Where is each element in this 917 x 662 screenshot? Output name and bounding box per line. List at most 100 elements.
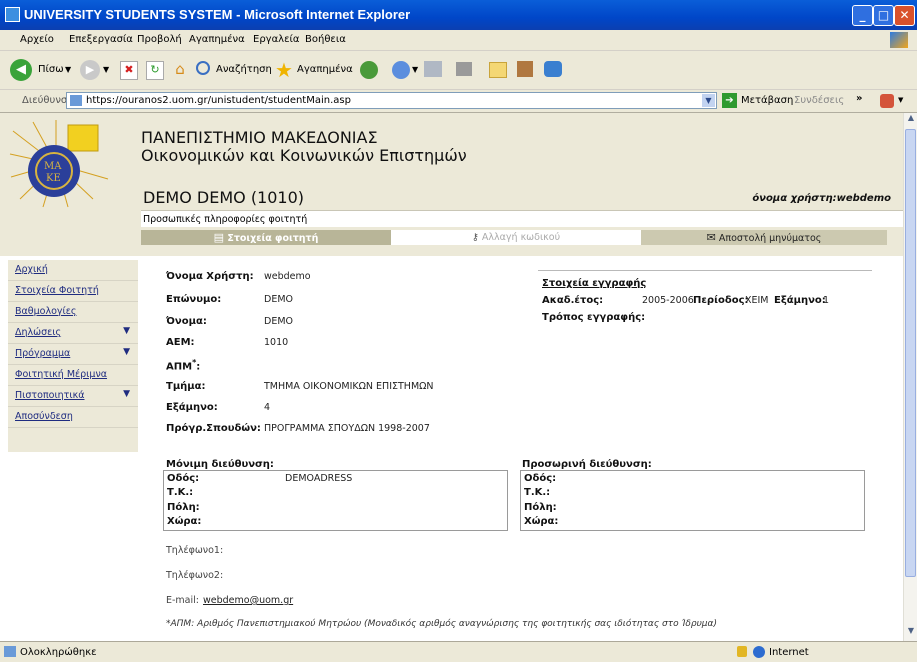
semester-label: Εξάμηνο:	[166, 402, 218, 413]
status-bar: Ολοκληρώθηκε Internet	[0, 641, 917, 662]
menu-tools[interactable]: Εργαλεία	[253, 34, 299, 45]
phone1-label: Τηλέφωνο1:	[166, 545, 224, 556]
tab-send-message-label: Αποστολή μηνύματος	[718, 233, 822, 244]
addon-dropdown-icon[interactable]: ▼	[898, 96, 903, 104]
sidebar-item-label: Αρχική	[15, 264, 48, 275]
sidebar-item-schedule[interactable]: Πρόγραμμα ▼	[8, 344, 138, 365]
links-label[interactable]: Συνδέσεις	[794, 95, 844, 106]
subtitle-text: Προσωπικές πληροφορίες φοιτητή	[143, 214, 308, 225]
sidebar: Αρχική Στοιχεία Φοιτητή Βαθμολογίες Δηλώ…	[8, 260, 138, 452]
temp-country-label: Χώρα:	[524, 516, 559, 527]
temp-address-box: Οδός: Τ.Κ.: Πόλη: Χώρα:	[520, 470, 865, 531]
sidebar-item-label: Δηλώσεις	[15, 327, 62, 338]
username-value: webdemo	[264, 271, 311, 282]
reg-mode-label: Τρόπος εγγραφής:	[542, 312, 646, 323]
window-title: UNIVERSITY STUDENTS SYSTEM - Microsoft I…	[24, 7, 411, 22]
sidebar-item-certificates[interactable]: Πιστοποιητικά ▼	[8, 386, 138, 407]
forward-dropdown-icon[interactable]: ▼	[103, 65, 109, 74]
back-arrow-icon[interactable]: ◀	[10, 59, 32, 81]
svg-text:ΚΕ: ΚΕ	[46, 173, 61, 184]
title-bar: UNIVERSITY STUDENTS SYSTEM - Microsoft I…	[0, 0, 917, 30]
scroll-down-icon[interactable]: ▼	[905, 626, 917, 640]
department-value: ΤΜΗΜΑ ΟΙΚΟΝΟΜΙΚΩΝ ΕΠΙΣΤΗΜΩΝ	[264, 381, 434, 392]
registration-title: Στοιχεία εγγραφής	[542, 278, 647, 289]
tab-student-info[interactable]: ▤ Στοιχεία φοιτητή	[141, 230, 391, 245]
stop-icon[interactable]: ✖	[120, 61, 138, 80]
refresh-icon[interactable]: ↻	[146, 61, 164, 80]
perm-street-label: Οδός:	[167, 473, 200, 484]
tab-send-message[interactable]: ✉ Αποστολή μηνύματος	[641, 230, 887, 245]
links-chevron-icon[interactable]: »	[856, 93, 862, 104]
back-dropdown-icon[interactable]: ▼	[65, 65, 71, 74]
email-link[interactable]: webdemo@uom.gr	[203, 595, 293, 606]
sidebar-item-student-care[interactable]: Φοιτητική Μέριμνα	[8, 365, 138, 386]
print-icon[interactable]	[424, 61, 442, 77]
favorites-button-label[interactable]: Αγαπημένα	[297, 64, 353, 75]
mail-icon[interactable]	[392, 61, 410, 79]
menu-help[interactable]: Βοήθεια	[305, 34, 346, 45]
lock-icon	[737, 646, 747, 657]
tab-change-password[interactable]: ⚷ Αλλαγή κωδικού	[391, 230, 641, 245]
scroll-up-icon[interactable]: ▲	[905, 113, 917, 127]
vertical-scrollbar[interactable]: ▲ ▼	[903, 113, 917, 641]
maximize-button[interactable]: □	[873, 5, 894, 26]
expand-icon: ▼	[123, 326, 130, 336]
registration-panel: Στοιχεία εγγραφής Ακαδ.έτος: 2005-2006 Π…	[538, 270, 872, 332]
scroll-thumb[interactable]	[905, 129, 916, 577]
forward-arrow-icon[interactable]: ▶	[80, 60, 100, 80]
favorites-star-icon[interactable]: ★	[275, 58, 293, 82]
sidebar-item-home[interactable]: Αρχική	[8, 260, 138, 281]
program-label: Πρόγρ.Σπουδών:	[166, 423, 261, 434]
address-input[interactable]: https://ouranos2.uom.gr/unistudent/stude…	[66, 92, 717, 109]
folder-icon[interactable]	[489, 62, 507, 78]
surname-value: DEMO	[264, 294, 293, 305]
status-text: Ολοκληρώθηκε	[20, 647, 97, 658]
globe-icon	[753, 646, 765, 658]
sidebar-item-declarations[interactable]: Δηλώσεις ▼	[8, 323, 138, 344]
go-arrow-icon[interactable]: ➔	[722, 93, 737, 108]
phone2-label: Τηλέφωνο2:	[166, 570, 224, 581]
mail-dropdown-icon[interactable]: ▼	[412, 65, 418, 74]
page-header: ΜΑ ΚΕ ΠΑΝΕΠΙΣΤΗΜΙΟ ΜΑΚΕΔΟΝΙΑΣ Οικονομικώ…	[0, 113, 903, 256]
student-heading: DEMO DEMO (1010)	[143, 188, 305, 207]
expand-icon: ▼	[123, 347, 130, 357]
perm-street-value: DEMOADRESS	[285, 473, 353, 484]
period-value: ΧΕΙΜ	[745, 295, 769, 306]
minimize-button[interactable]: _	[852, 5, 873, 26]
sidebar-item-label: Πρόγραμμα	[15, 348, 71, 359]
sidebar-item-label: Αποσύνδεση	[15, 411, 73, 422]
research-icon[interactable]	[517, 61, 533, 77]
address-dropdown-icon[interactable]: ▼	[702, 94, 715, 107]
sidebar-item-label: Πιστοποιητικά	[15, 390, 85, 401]
history-icon[interactable]	[360, 61, 378, 79]
addon-icon[interactable]	[880, 94, 894, 108]
address-url: https://ouranos2.uom.gr/unistudent/stude…	[86, 95, 351, 106]
username-label: Όνομα Χρήστη:	[166, 271, 254, 282]
search-button-label[interactable]: Αναζήτηση	[216, 64, 272, 75]
menu-file[interactable]: Αρχείο	[20, 34, 54, 45]
sidebar-item-student-info[interactable]: Στοιχεία Φοιτητή	[8, 281, 138, 302]
close-button[interactable]: ✕	[894, 5, 915, 26]
period-label: Περίοδος:	[693, 295, 749, 306]
temp-zip-label: Τ.Κ.:	[524, 487, 551, 498]
menu-view[interactable]: Προβολή	[137, 34, 182, 45]
ie-app-icon	[5, 7, 20, 22]
messenger-icon[interactable]	[544, 61, 562, 77]
menu-favorites[interactable]: Αγαπημένα	[189, 34, 245, 45]
semester-value: 4	[264, 402, 271, 413]
permanent-address-box: Οδός: DEMOADRESS Τ.Κ.: Πόλη: Χώρα:	[163, 470, 508, 531]
back-button-label[interactable]: Πίσω	[38, 64, 64, 75]
sidebar-item-grades[interactable]: Βαθμολογίες	[8, 302, 138, 323]
edit-icon[interactable]	[456, 62, 472, 76]
go-button-label[interactable]: Μετάβαση	[741, 95, 793, 106]
svg-text:ΜΑ: ΜΑ	[44, 161, 62, 172]
firstname-label: Όνομα:	[166, 316, 207, 327]
menu-edit[interactable]: Επεξεργασία	[69, 34, 133, 45]
tab-change-password-label: Αλλαγή κωδικού	[481, 232, 561, 243]
search-icon[interactable]	[196, 61, 210, 75]
address-bar: Διεύθυνση https://ouranos2.uom.gr/unistu…	[0, 90, 917, 113]
page-content: ΜΑ ΚΕ ΠΑΝΕΠΙΣΤΗΜΙΟ ΜΑΚΕΔΟΝΙΑΣ Οικονομικώ…	[0, 113, 903, 641]
toolbar: ◀ Πίσω ▼ ▶ ▼ ✖ ↻ ⌂ Αναζήτηση ★ Αγαπημένα…	[0, 51, 917, 90]
home-icon[interactable]: ⌂	[171, 60, 189, 78]
sidebar-item-logout[interactable]: Αποσύνδεση	[8, 407, 138, 428]
